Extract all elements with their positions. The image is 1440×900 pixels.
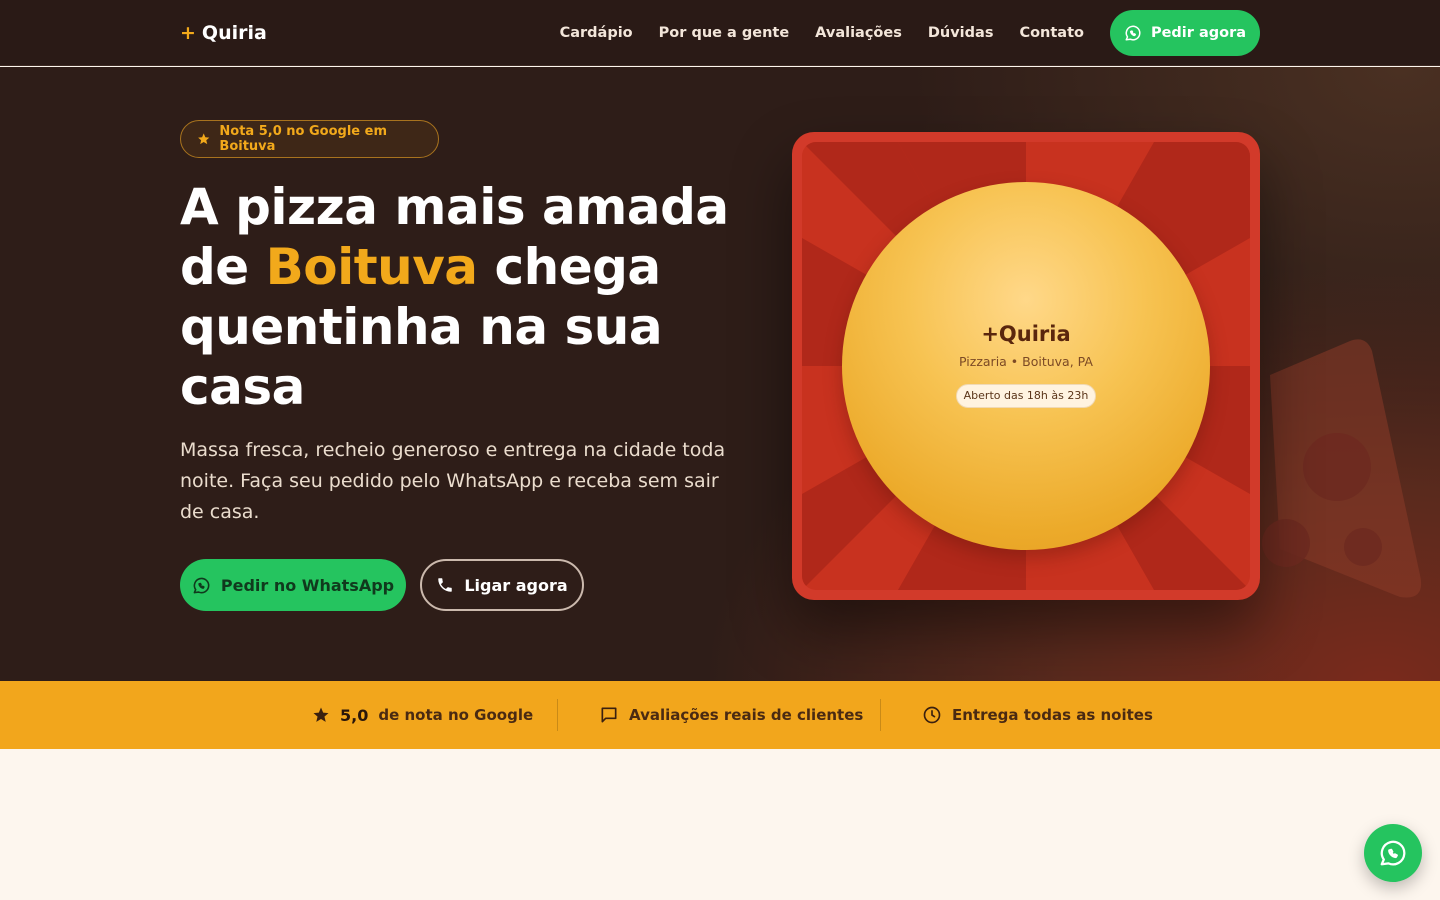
strip-item-rating: 5,0 de nota no Google <box>312 681 533 749</box>
strip-item-delivery: Entrega todas as noites <box>922 681 1153 749</box>
nav-link-cardapio[interactable]: Cardápio <box>560 25 633 41</box>
brand-card: +Quiria Pizzaria • Boituva, PA Aberto da… <box>792 132 1260 600</box>
clock-icon <box>923 706 941 724</box>
hero-subtitle: Massa fresca, recheio generoso e entrega… <box>180 439 726 523</box>
logo-plus: + <box>180 22 196 44</box>
reviews-label: Avaliações reais de clientes <box>629 706 864 724</box>
whatsapp-icon <box>1125 25 1141 41</box>
order-now-button[interactable]: Pedir agora <box>1110 10 1260 56</box>
brand-card-inner: +Quiria Pizzaria • Boituva, PA Aberto da… <box>802 142 1250 590</box>
nav-link-duvidas[interactable]: Dúvidas <box>928 25 994 41</box>
order-now-label: Pedir agora <box>1150 25 1247 41</box>
strip-divider <box>557 699 558 731</box>
call-now-button[interactable]: Ligar agora <box>420 559 584 611</box>
card-subtitle: Pizzaria • Boituva, PA <box>959 354 1093 369</box>
call-now-label: Ligar agora <box>464 575 568 595</box>
highlights-strip: 5,0 de nota no Google Avaliações reais d… <box>0 681 1440 749</box>
star-icon <box>313 707 329 722</box>
pizza-slice-decoration <box>1262 339 1422 598</box>
badge-text: Nota 5,0 no Google em Boituva <box>219 124 387 154</box>
nav-link-avaliacoes[interactable]: Avaliações <box>815 25 902 41</box>
chat-icon <box>601 707 617 723</box>
whatsapp-order-label: Pedir no WhatsApp <box>220 575 395 595</box>
opening-hours-pill: Aberto das 18h às 23h <box>956 384 1096 408</box>
rating-value: 5,0 <box>340 705 369 725</box>
google-rating-badge: Nota 5,0 no Google em Boituva <box>180 120 439 158</box>
whatsapp-order-button[interactable]: Pedir no WhatsApp <box>180 559 406 611</box>
hero-section: Nota 5,0 no Google em Boituva A pizza ma… <box>0 67 1440 681</box>
delivery-label: Entrega todas as noites <box>952 706 1153 724</box>
whatsapp-icon <box>193 577 210 593</box>
card-brand-name: +Quiria <box>981 322 1071 346</box>
whatsapp-icon <box>1380 840 1406 866</box>
nav-link-por-que-a-gente[interactable]: Por que a gente <box>659 25 790 41</box>
hero-headline: A pizza mais amada de Boituva chega quen… <box>180 177 740 417</box>
floating-whatsapp-button[interactable] <box>1364 824 1422 882</box>
nav-link-contato[interactable]: Contato <box>1019 25 1084 41</box>
star-icon <box>198 133 210 145</box>
strip-divider <box>880 699 881 731</box>
strip-item-reviews: Avaliações reais de clientes <box>599 681 863 749</box>
logo[interactable]: + Quiria <box>180 19 267 47</box>
phone-icon <box>438 578 453 592</box>
headline-accent-city: Boituva <box>265 238 478 296</box>
rating-label: de nota no Google <box>378 706 534 724</box>
nav-links: Cardápio Por que a gente Avaliações Dúvi… <box>560 0 1084 66</box>
top-navbar: + Quiria Cardápio Por que a gente Avalia… <box>0 0 1440 66</box>
logo-text: Quiria <box>201 22 267 44</box>
